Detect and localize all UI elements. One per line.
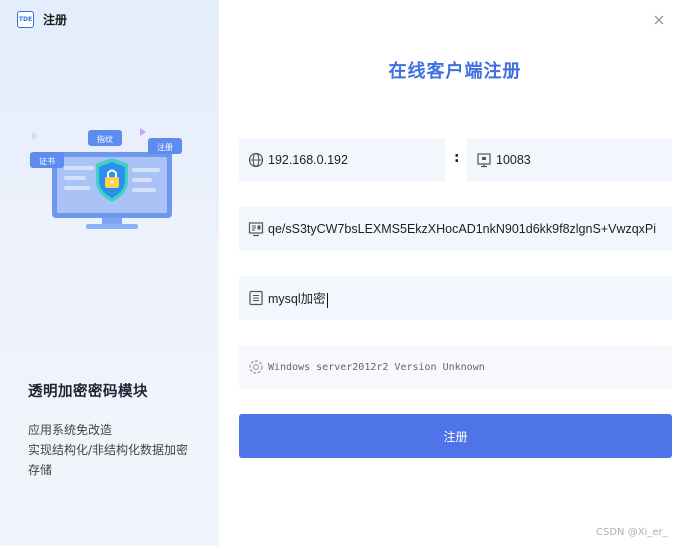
form-title: 在线客户端注册 <box>388 61 522 82</box>
tag-cert-label: 证书 <box>39 156 55 166</box>
ip-port-separator: : <box>454 150 460 166</box>
license-key-value: qe/sS3tyCW7bsLEXMS5EkzXHocAD1nkN901d6kk9… <box>268 222 657 236</box>
watermark: CSDN @Xi_er_ <box>596 527 668 538</box>
module-title: 透明加密密码模块 <box>28 384 148 400</box>
server-ip-input[interactable]: 192.168.0.192 <box>239 138 445 182</box>
server-port-value: 10083 <box>496 153 531 167</box>
server-port-input[interactable]: 10083 <box>467 138 672 182</box>
left-panel: TDE 注册 证书 指纹 注册 透明加密密码模块 应用系统免改造 实现结构化/非 <box>0 0 219 546</box>
key-card-icon <box>246 219 266 239</box>
text-caret <box>326 292 328 308</box>
close-icon[interactable] <box>652 13 666 27</box>
globe-icon <box>246 150 266 170</box>
tag-register-label: 注册 <box>157 142 173 152</box>
module-desc-line1: 应用系统免改造 <box>28 423 113 437</box>
list-icon <box>246 288 266 308</box>
module-desc-line2: 实现结构化/非结构化数据加密存储 <box>28 443 189 477</box>
monitor-port-icon <box>474 150 494 170</box>
security-illustration: 证书 指纹 注册 <box>30 128 182 229</box>
client-name-text: mysql加密 <box>268 292 326 307</box>
gear-os-icon <box>246 357 266 377</box>
os-info-value: Windows server2012r2 Version Unknown <box>268 361 485 373</box>
client-name-value: mysql加密 <box>268 288 328 308</box>
register-button[interactable]: 注册 <box>239 414 672 458</box>
server-ip-value: 192.168.0.192 <box>268 153 348 167</box>
os-info-field: Windows server2012r2 Version Unknown <box>239 345 672 389</box>
app-header: TDE 注册 <box>17 10 67 28</box>
app-logo-icon: TDE <box>17 10 34 28</box>
license-key-input[interactable]: qe/sS3tyCW7bsLEXMS5EkzXHocAD1nkN901d6kk9… <box>239 207 672 251</box>
client-name-input[interactable]: mysql加密 <box>239 276 672 320</box>
window-title: 注册 <box>43 12 68 27</box>
tag-fingerprint-label: 指纹 <box>97 134 113 144</box>
module-description: 应用系统免改造 实现结构化/非结构化数据加密存储 <box>28 420 193 480</box>
